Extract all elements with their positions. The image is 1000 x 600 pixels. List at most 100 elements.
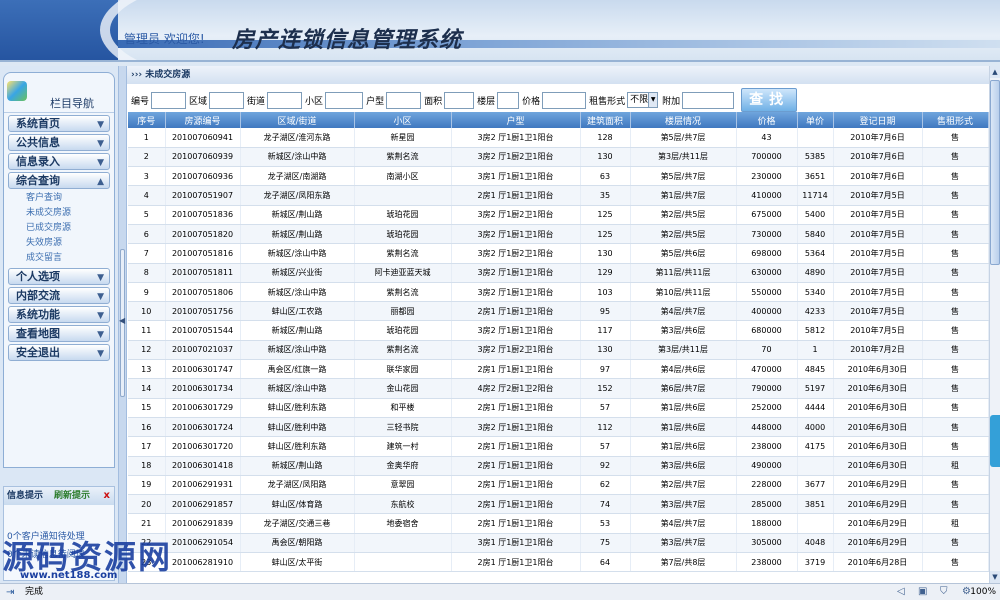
table-cell: 43: [736, 128, 798, 148]
menu-label: 信息录入: [16, 155, 60, 168]
table-row[interactable]: 3 201007060936 龙子湖区/南湖路 南湖小区 3房1 厅1厨1卫1阳台 63 第…: [128, 166, 989, 187]
menu-personal[interactable]: 个人选项 ▼: [8, 268, 110, 285]
area-label: 面积: [424, 96, 443, 107]
info-tip-label: 信息提示: [7, 491, 44, 501]
column-header[interactable]: 价格: [736, 112, 798, 128]
table-row[interactable]: 20 201006291857 蚌山区/体育路 东航校 2房1 厅1厨1卫1阳台 74 第3…: [128, 494, 989, 515]
menu-system[interactable]: 系统功能 ▼: [8, 306, 110, 323]
extra-input[interactable]: [682, 91, 735, 109]
table-row[interactable]: 18 201006301418 新城区/荆山路 金奥华府 2房1 厅1厨1卫1阳台 92 第…: [128, 456, 989, 476]
chevron-icon: ▼: [97, 273, 104, 283]
submenu-sold-listings[interactable]: 已成交房源: [26, 221, 114, 236]
table-cell: 售: [922, 263, 989, 283]
breadcrumb: ››› 未成交房源: [127, 66, 989, 84]
scroll-thumb[interactable]: [990, 80, 1000, 265]
table-row[interactable]: 6 201007051820 新城区/荆山路 琥珀花园 3房2 厅1厨1卫1阳台 125 第…: [128, 224, 989, 245]
table-cell: 3719: [797, 552, 834, 573]
table-cell: 2房1 厅1厨1卫1阳台: [451, 359, 581, 380]
column-header[interactable]: 登记日期: [833, 112, 923, 128]
table-cell: 1: [797, 340, 834, 361]
lease-select[interactable]: 不限 ▼: [627, 92, 659, 108]
submenu-customer-query[interactable]: 客户查询: [26, 191, 114, 206]
column-header[interactable]: 房源编号: [165, 112, 241, 128]
menu-data-entry[interactable]: 信息录入 ▼: [8, 153, 110, 170]
submenu-expired-listings[interactable]: 失效房源: [26, 236, 114, 251]
table-row[interactable]: 9 201007051806 新城区/涂山中路 紫荆名流 3房2 厅1厨1卫1阳台 103…: [128, 282, 989, 303]
vertical-scrollbar[interactable]: ▲ ▼: [989, 66, 1000, 583]
table-cell: 第11层/共11层: [630, 263, 737, 283]
sidebar: 栏目导航 系统首页 ▼ 公共信息 ▼ 信息录入 ▼ 综合查询 ▲ 客户查询 未成交房源 …: [0, 66, 118, 583]
area-input[interactable]: [444, 91, 475, 109]
collapse-arrow-icon[interactable]: ◀: [119, 316, 125, 325]
close-icon[interactable]: x: [104, 487, 110, 505]
table-row[interactable]: 12 201007021037 新城区/涂山中路 紫荆名流 3房2 厅1厨2卫1阳台 13…: [128, 340, 989, 361]
submenu-unsold-listings[interactable]: 未成交房源: [26, 206, 114, 221]
table-cell: 新城区/荆山路: [240, 205, 355, 225]
table-cell: 新城区/涂山中路: [240, 282, 355, 303]
scroll-up-icon[interactable]: ▲: [990, 66, 1000, 78]
nav-panel: 栏目导航 系统首页 ▼ 公共信息 ▼ 信息录入 ▼ 综合查询 ▲ 客户查询 未成交房源 …: [3, 72, 115, 468]
price-input[interactable]: [542, 91, 587, 109]
column-header[interactable]: 小区: [354, 112, 452, 128]
menu-logout[interactable]: 安全退出 ▼: [8, 344, 110, 361]
table-row[interactable]: 13 201006301747 禹会区/红旗一路 联华家园 2房1 厅1厨1卫1阳台 97…: [128, 359, 989, 380]
menu-internal[interactable]: 内部交流 ▼: [8, 287, 110, 304]
column-header[interactable]: 序号: [128, 112, 166, 128]
table-row[interactable]: 14 201006301734 新城区/涂山中路 金山花园 4房2 厅2厨1卫2阳台 15…: [128, 378, 989, 399]
table-row[interactable]: 2 201007060939 新城区/涂山中路 紫荆名流 3房2 厅1厨2卫1阳台 130…: [128, 147, 989, 168]
submenu-deal-messages[interactable]: 成交留言: [26, 251, 114, 266]
column-header[interactable]: 户型: [451, 112, 581, 128]
search-button[interactable]: 查找: [741, 88, 798, 112]
community-input[interactable]: [325, 91, 364, 109]
table-cell: 9: [128, 282, 166, 303]
layout-input[interactable]: [386, 91, 422, 109]
table-cell: 第6层/共7层: [630, 378, 737, 399]
table-row[interactable]: 10 201007051756 蚌山区/工农路 丽都园 2房1 厅1厨1卫1阳台 95 第4…: [128, 301, 989, 322]
table-cell: 201007060941: [165, 128, 241, 148]
column-header[interactable]: 售租形式: [922, 112, 989, 128]
table-row[interactable]: 7 201007051816 新城区/涂山中路 紫荆名流 3房2 厅1厨2卫1阳台 130…: [128, 243, 989, 264]
menu-query[interactable]: 综合查询 ▲: [8, 172, 110, 189]
district-input[interactable]: [209, 91, 245, 109]
table-row[interactable]: 16 201006301724 蚌山区/胜利中路 三轻书院 3房2 厅1厨1卫1阳台 11…: [128, 417, 989, 438]
table-cell: 92: [580, 456, 631, 476]
column-header[interactable]: 楼层情况: [630, 112, 737, 128]
table-row[interactable]: 1 201007060941 龙子湖区/淮河东路 新星园 3房2 厅1厨1卫1阳台 128…: [128, 128, 989, 148]
speaker-icon[interactable]: ◁: [897, 584, 905, 600]
table-cell: 201007060936: [165, 166, 241, 187]
column-header[interactable]: 单价: [797, 112, 834, 128]
column-header[interactable]: 区域/街道: [240, 112, 355, 128]
table-cell: 5812: [797, 320, 834, 341]
column-header[interactable]: 建筑面积: [580, 112, 631, 128]
table-row[interactable]: 11 201007051544 新城区/荆山路 琥珀花园 3房2 厅1厨1卫1阳台 117…: [128, 320, 989, 341]
table-row[interactable]: 22 201006291054 禹会区/朝阳路 3房1 厅1厨1卫1阳台 75 第3层/共…: [128, 533, 989, 554]
table-row[interactable]: 17 201006301720 蚌山区/胜利东路 建筑一村 2房1 厅1厨1卫1阳台 57…: [128, 436, 989, 457]
refresh-tip-link[interactable]: 刷新提示: [54, 487, 90, 505]
table-cell: 201007051816: [165, 243, 241, 264]
street-input[interactable]: [267, 91, 303, 109]
table-cell: 2010年7月6日: [833, 166, 923, 187]
table-row[interactable]: 4 201007051907 龙子湖区/凤阳东路 2房1 厅1厨1卫1阳台 35 第1层/…: [128, 185, 989, 206]
table-cell: 三轻书院: [354, 417, 452, 438]
table-row[interactable]: 21 201006291839 龙子湖区/交通三巷 地委宿舍 2房1 厅1厨1卫1阳台 5…: [128, 513, 989, 534]
table-row[interactable]: 8 201007051811 新城区/兴业街 阿卡迪亚蓝天城 3房2 厅1厨1卫1阳台 1…: [128, 263, 989, 283]
table-row[interactable]: 23 201006281910 蚌山区/太平街 2房1 厅1厨1卫1阳台 64 第7层/共…: [128, 552, 989, 573]
table-cell: 售: [922, 301, 989, 322]
menu-map[interactable]: 查看地图 ▼: [8, 325, 110, 342]
table-row[interactable]: 19 201006291931 龙子湖区/凤阳路 意翠园 2房1 厅1厨1卫1阳台 62 第…: [128, 475, 989, 496]
menu-home[interactable]: 系统首页 ▼: [8, 115, 110, 132]
table-row[interactable]: 5 201007051836 新城区/荆山路 琥珀花园 3房2 厅1厨2卫1阳台 125 第…: [128, 205, 989, 225]
code-input[interactable]: [151, 91, 187, 109]
sidebar-splitter[interactable]: ◀: [118, 66, 127, 583]
table-cell: 东航校: [354, 494, 452, 515]
listings-table: 序号 房源编号 区域/街道 小区 户型 建筑面积 楼层情况 价格 单价 登记日期 售租形式 1 201…: [128, 112, 989, 573]
zoom-level[interactable]: 100%: [970, 584, 996, 600]
code-label: 编号: [131, 96, 150, 107]
table-cell: 550000: [736, 282, 798, 303]
scroll-down-icon[interactable]: ▼: [990, 571, 1000, 583]
table-cell: 第3层/共11层: [630, 340, 737, 361]
table-row[interactable]: 15 201006301729 蚌山区/胜利东路 和平楼 2房1 厅1厨1卫1阳台 57 第…: [128, 398, 989, 418]
menu-public-info[interactable]: 公共信息 ▼: [8, 134, 110, 151]
floor-input[interactable]: [497, 91, 520, 109]
side-float-tab[interactable]: [990, 415, 1000, 467]
